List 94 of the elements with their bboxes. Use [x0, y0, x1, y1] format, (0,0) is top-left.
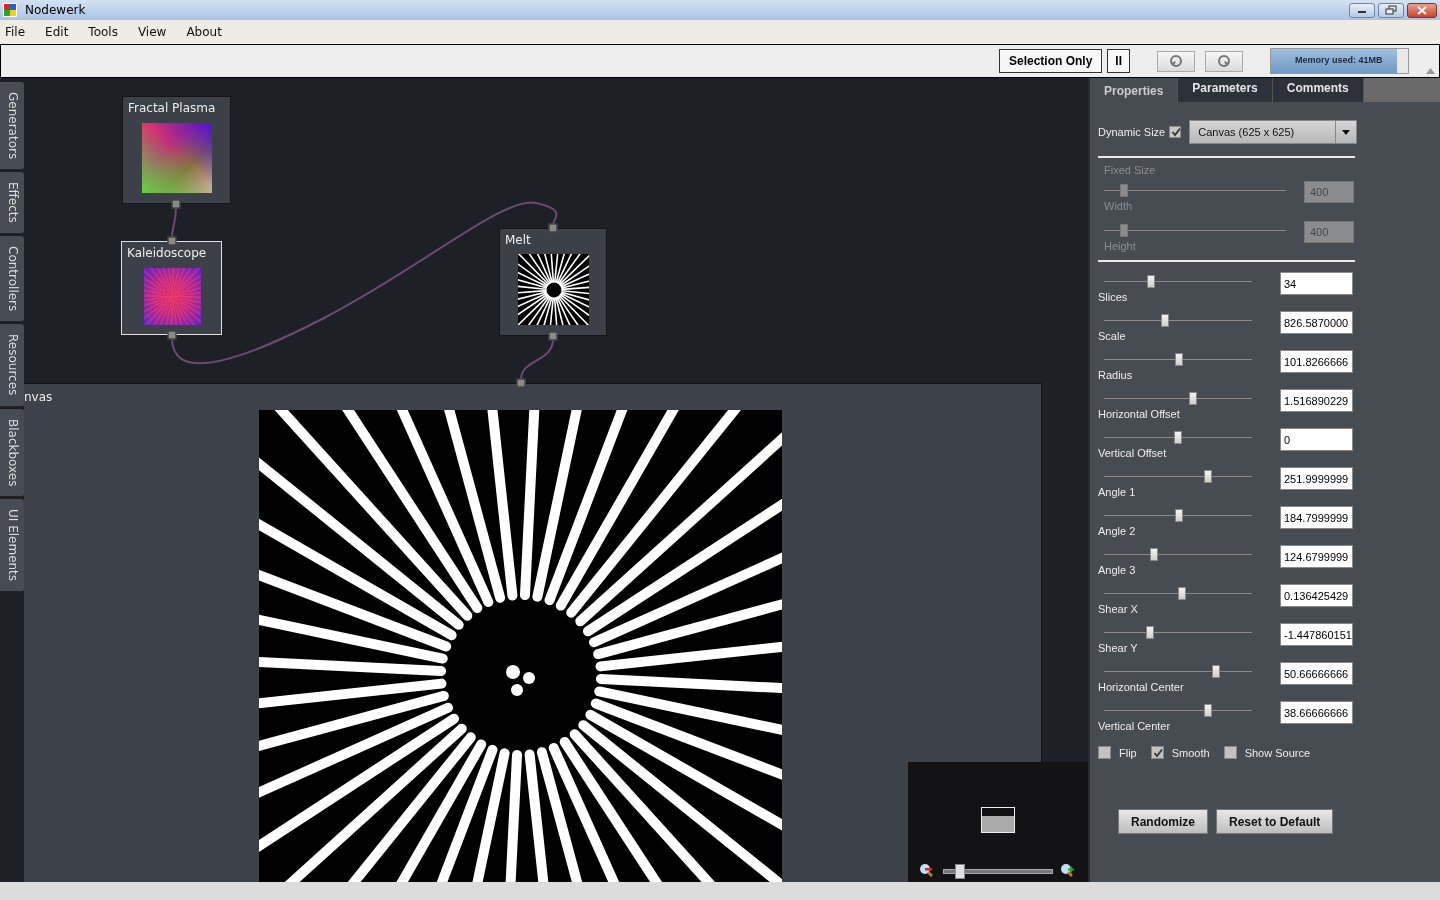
port-handle[interactable] — [167, 236, 177, 246]
zoom-in-icon[interactable] — [1060, 863, 1075, 877]
field-label: Angle 2 — [1098, 525, 1137, 537]
value-field[interactable]: 101.8266666 — [1280, 350, 1353, 373]
slider-thumb[interactable] — [1174, 431, 1182, 444]
field-label: Horizontal Offset — [1098, 408, 1181, 420]
pause-button[interactable]: II — [1107, 49, 1130, 73]
panel-tab[interactable]: Parameters — [1178, 78, 1273, 102]
zoom-out-icon[interactable] — [919, 863, 934, 877]
node-title: Fractal Plasma — [128, 101, 216, 115]
action-button[interactable]: Reset to Default — [1216, 809, 1334, 834]
field-label: Horizontal Center — [1098, 681, 1185, 693]
window-title: Nodewerk — [25, 3, 87, 17]
zoom-slider-thumb[interactable] — [955, 864, 966, 879]
port-handle[interactable] — [167, 330, 177, 340]
port-handle[interactable] — [548, 223, 558, 233]
close-button[interactable] — [1407, 2, 1437, 18]
memory-label: Memory used: 41MB — [1295, 55, 1383, 65]
menu-item[interactable]: About — [186, 25, 233, 39]
slider-thumb[interactable] — [1188, 392, 1197, 405]
side-tab[interactable]: Generators — [0, 82, 24, 171]
node-title: Kaleidoscope — [127, 246, 207, 260]
menu-item[interactable]: View — [137, 25, 178, 39]
value-field[interactable]: 0.136425429 — [1280, 584, 1353, 607]
field-label: Dynamic Size — [1098, 126, 1166, 138]
menu-item[interactable]: File — [5, 25, 37, 39]
slider-thumb[interactable] — [1150, 548, 1159, 561]
field-label: Angle 1 — [1098, 486, 1137, 498]
restore-icon — [1385, 5, 1397, 15]
checkbox-label: Smooth — [1171, 746, 1210, 759]
slider-thumb[interactable] — [1178, 587, 1187, 600]
section-title: Fixed Size — [1104, 164, 1157, 176]
checkbox-label: Show Source — [1244, 746, 1311, 759]
minimize-button[interactable] — [1349, 2, 1375, 18]
selection-only-button[interactable]: Selection Only — [998, 49, 1103, 73]
slider-thumb[interactable] — [1145, 626, 1154, 639]
action-button[interactable]: Randomize — [1118, 809, 1208, 834]
checkbox[interactable] — [1150, 746, 1164, 759]
port-handle[interactable] — [548, 331, 558, 341]
node-card[interactable]: Melt — [499, 228, 607, 336]
caret-icon — [1342, 129, 1351, 135]
size-dropdown[interactable]: Canvas (625 x 625) — [1189, 120, 1358, 144]
field-label: Shear Y — [1098, 642, 1139, 654]
checkbox[interactable] — [1169, 126, 1182, 138]
checkbox[interactable] — [1098, 746, 1111, 759]
value-field[interactable]: 1.516890229 — [1280, 389, 1353, 412]
slider-thumb[interactable] — [1203, 704, 1212, 717]
node-title: Melt — [505, 233, 531, 247]
field-label: Height — [1104, 240, 1137, 252]
menu-item[interactable]: Tools — [88, 25, 129, 39]
node-card[interactable]: Fractal Plasma — [122, 96, 231, 204]
value-field[interactable]: 826.5870000 — [1280, 311, 1353, 334]
port-handle[interactable] — [516, 378, 526, 388]
close-icon — [1417, 5, 1427, 15]
viewport-preview[interactable] — [981, 807, 1015, 833]
slider-thumb[interactable] — [1175, 353, 1184, 366]
app-icon — [3, 3, 17, 17]
side-tab[interactable]: Controllers — [0, 236, 24, 323]
side-tab[interactable]: Effects — [0, 172, 24, 234]
field-label: Vertical Offset — [1098, 447, 1168, 459]
menu-item[interactable]: Edit — [45, 25, 80, 39]
port-handle[interactable] — [171, 199, 181, 209]
redo-button[interactable] — [1205, 50, 1243, 72]
value-field[interactable]: 184.7999999 — [1280, 506, 1353, 529]
side-tab[interactable]: Blackboxes — [0, 408, 24, 497]
value-field[interactable]: 251.9999999 — [1280, 467, 1353, 490]
side-tab[interactable]: Resources — [0, 324, 24, 407]
field-label: Radius — [1098, 369, 1134, 381]
slider-thumb[interactable] — [1212, 665, 1221, 678]
field-label: Width — [1104, 200, 1134, 212]
value-field[interactable]: 34 — [1280, 272, 1353, 295]
slider-thumb[interactable] — [1160, 314, 1169, 327]
slider-thumb[interactable] — [1203, 470, 1212, 483]
panel-title: nvas — [24, 390, 53, 404]
field-label: Vertical Center — [1098, 720, 1172, 732]
value-field[interactable]: 50.66666666 — [1280, 662, 1353, 685]
panel-tab[interactable]: Properties — [1090, 78, 1179, 102]
slider-thumb[interactable] — [1147, 275, 1156, 288]
field-label: Angle 3 — [1098, 564, 1137, 576]
panel-tab[interactable]: Comments — [1272, 78, 1364, 102]
value-field[interactable]: 38.66666666 — [1280, 701, 1353, 724]
side-tab[interactable]: UI Elements — [0, 499, 24, 593]
value-field[interactable]: 124.6799999 — [1280, 545, 1353, 568]
undo-button[interactable] — [1157, 50, 1195, 72]
field-label: Scale — [1098, 330, 1127, 342]
slider-thumb[interactable] — [1175, 509, 1184, 522]
value-field[interactable]: -1.447860151 — [1280, 623, 1353, 646]
checkbox-label: Flip — [1119, 746, 1137, 759]
field-label: Shear X — [1098, 603, 1139, 615]
value-field[interactable]: 0 — [1280, 428, 1353, 451]
field-label: Slices — [1098, 291, 1129, 303]
restore-button[interactable] — [1378, 2, 1404, 18]
checkbox[interactable] — [1223, 746, 1237, 759]
node-card[interactable]: Kaleidoscope — [121, 241, 222, 335]
